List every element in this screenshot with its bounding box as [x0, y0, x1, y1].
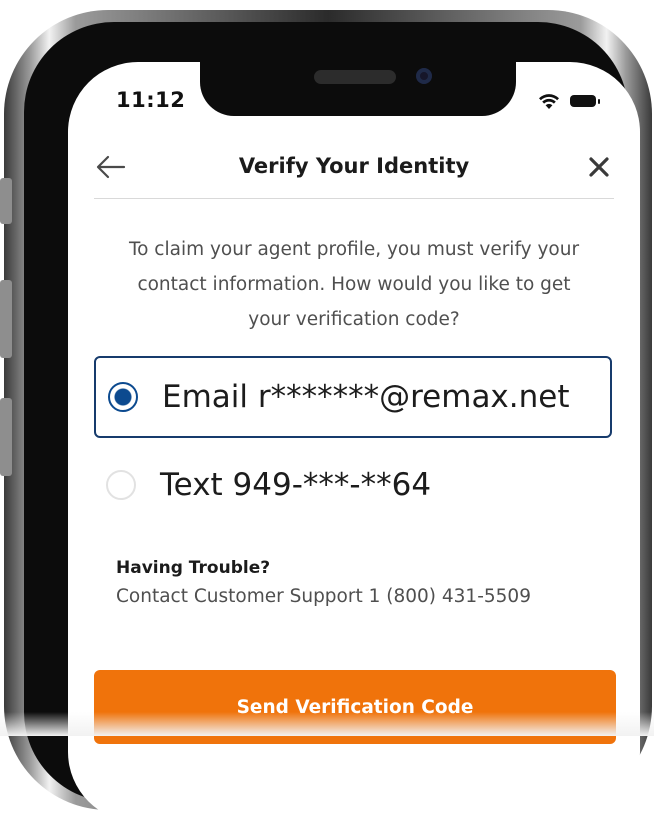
app-header: Verify Your Identity: [68, 140, 640, 196]
phone-screen: 11:12 Verify Your Identity To claim your…: [68, 62, 640, 822]
intro-line: your verification code?: [248, 309, 460, 330]
email-option[interactable]: Email r*******@remax.net: [94, 356, 612, 438]
status-icons: [538, 92, 600, 110]
close-icon[interactable]: [586, 154, 612, 180]
battery-icon: [570, 95, 600, 107]
phone-side-button: [0, 178, 12, 224]
bottom-fade: [0, 712, 654, 736]
phone-side-button: [0, 398, 12, 476]
page-title: Verify Your Identity: [238, 154, 470, 178]
intro-line: To claim your agent profile, you must ve…: [128, 239, 580, 260]
email-radio-button[interactable]: [108, 382, 138, 412]
text-option-label: Text 949-***-**64: [160, 467, 432, 503]
phone-bezel: 11:12 Verify Your Identity To claim your…: [24, 22, 640, 822]
text-radio-button[interactable]: [106, 470, 136, 500]
email-option-label: Email r*******@remax.net: [162, 379, 570, 415]
support-contact-text: Contact Customer Support 1 (800) 431-550…: [116, 586, 531, 607]
phone-notch: [200, 62, 516, 116]
status-time: 11:12: [116, 88, 186, 112]
wifi-icon: [539, 94, 559, 109]
header-divider: [94, 198, 614, 199]
help-title: Having Trouble?: [116, 558, 271, 578]
intro-line: contact information. How would you like …: [137, 274, 571, 295]
front-camera-icon: [416, 68, 432, 84]
text-option[interactable]: Text 949-***-**64: [94, 444, 612, 526]
phone-side-button: [0, 280, 12, 358]
intro-text: To claim your agent profile, you must ve…: [94, 232, 614, 337]
speaker-grille: [314, 70, 396, 84]
